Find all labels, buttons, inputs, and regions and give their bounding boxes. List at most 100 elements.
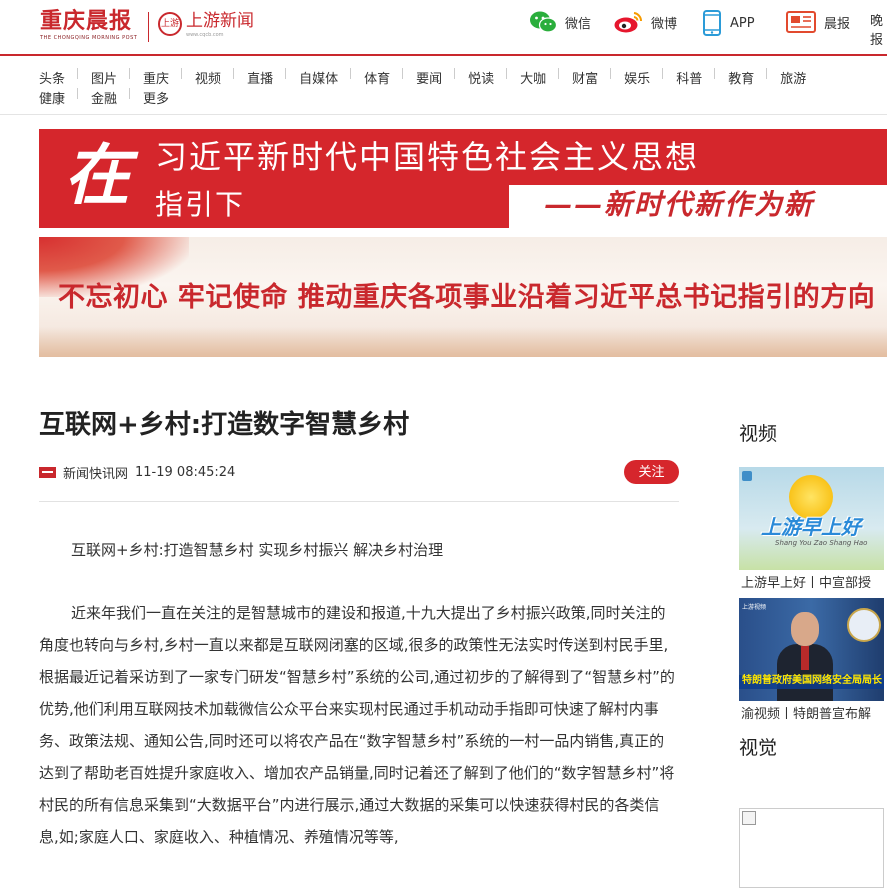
broken-image-icon xyxy=(742,811,756,825)
share-label: 晚报 xyxy=(870,14,884,48)
nav-item[interactable]: 要闻 xyxy=(416,68,443,87)
sidebar-visual-heading: 视觉 xyxy=(739,737,778,759)
newspaper-icon xyxy=(786,11,816,33)
nav-item-label: 重庆 xyxy=(143,71,170,87)
nav-separator xyxy=(77,88,79,99)
article-paragraph: 互联网+乡村:打造智慧乡村 实现乡村振兴 解决乡村治理 xyxy=(71,541,444,559)
nav-item-label: 头条 xyxy=(39,71,66,87)
channel-nav: 头条 图片 重庆 视频 直播 自媒体 体育 要闻 悦读 大咖 财富 娱乐 科普 教育 旅游 健康 金融 更多 xyxy=(0,58,887,115)
share-wechat-link[interactable]: 微信 xyxy=(529,10,591,34)
banner-line-2: 指引下 xyxy=(155,188,246,221)
agency-seal-icon xyxy=(847,608,881,642)
nav-item[interactable]: 更多 xyxy=(143,88,170,107)
nav-item[interactable]: 旅游 xyxy=(780,68,807,87)
nav-item-label: 图片 xyxy=(91,71,118,87)
nav-separator xyxy=(766,68,768,79)
video-thumbnail[interactable]: 上游早上好 Shang You Zao Shang Hao xyxy=(739,467,884,570)
nav-item-label: 自媒体 xyxy=(299,71,339,87)
nav-item-label: 教育 xyxy=(728,71,755,87)
video-caption[interactable]: 上游早上好丨中宣部授 xyxy=(741,575,871,593)
article-paragraph: 近来年我们一直在关注的是智慧城市的建设和报道,十九大提出了乡村振兴政策,同时关注… xyxy=(39,604,675,846)
nav-item-label: 科普 xyxy=(676,71,703,87)
nav-item[interactable]: 悦读 xyxy=(468,68,495,87)
mission-banner[interactable]: 不忘初心 牢记使命 推动重庆各项事业沿着习近平总书记指引的方向 xyxy=(39,237,887,357)
banner-slogan: ——新时代新作为新 xyxy=(544,188,815,221)
nav-item[interactable]: 自媒体 xyxy=(299,68,339,87)
nav-item[interactable]: 体育 xyxy=(364,68,391,87)
share-label: 晨报 xyxy=(824,16,851,32)
thumbnail-caption: 特朗普政府美国网络安全局局长 xyxy=(742,675,882,686)
nav-item[interactable]: 金融 xyxy=(91,88,118,107)
partner-name: 上游新闻 xyxy=(186,11,254,31)
banner-text: 不忘初心 牢记使命 推动重庆各项事业沿着习近平总书记指引的方向 xyxy=(58,282,876,313)
source-logo-icon xyxy=(39,466,56,478)
nav-separator xyxy=(77,68,79,79)
article-title: 互联网+乡村:打造数字智慧乡村 xyxy=(39,410,410,440)
nav-item-label: 视频 xyxy=(195,71,222,87)
follow-button[interactable]: 关注 xyxy=(624,460,679,484)
video-caption[interactable]: 渝视频丨特朗普宣布解 xyxy=(741,706,871,724)
nav-item[interactable]: 教育 xyxy=(728,68,755,87)
nav-separator xyxy=(129,88,131,99)
nav-separator xyxy=(714,68,716,79)
nav-item[interactable]: 头条 xyxy=(39,68,66,87)
share-label: 微信 xyxy=(565,16,592,32)
nav-separator xyxy=(233,68,235,79)
nav-item[interactable]: 财富 xyxy=(572,68,598,87)
nav-item[interactable]: 视频 xyxy=(195,68,222,87)
xi-thought-banner[interactable]: 在 习近平新时代中国特色社会主义思想 指引下 ——新时代新作为新 xyxy=(39,129,887,228)
nav-item-label: 金融 xyxy=(91,91,118,107)
nav-separator xyxy=(181,68,183,79)
nav-separator xyxy=(402,68,404,79)
nav-separator xyxy=(610,68,612,79)
nav-item-label: 娱乐 xyxy=(624,71,651,87)
nav-item-label: 要闻 xyxy=(416,71,443,87)
share-label: APP xyxy=(730,15,755,31)
app-download-link[interactable]: APP xyxy=(702,10,755,36)
channel-nav-row: 健康 金融 更多 xyxy=(39,88,170,107)
divider xyxy=(39,501,679,502)
partner-domain: www.cqcb.com xyxy=(186,32,224,38)
logo-english-text: THE CHONGQING MORNING POST xyxy=(40,35,138,41)
nav-item-label: 更多 xyxy=(143,91,170,107)
thumbnail-logo: 上游视频 xyxy=(742,604,767,611)
nav-item[interactable]: 重庆 xyxy=(143,68,170,87)
nav-item-label: 体育 xyxy=(364,71,391,87)
source-name[interactable]: 新闻快讯网 xyxy=(63,463,128,482)
weibo-icon xyxy=(614,12,643,33)
share-weibo-link[interactable]: 微博 xyxy=(613,10,677,34)
shangyou-news-logo[interactable]: 上游 上游新闻 www.cqcb.com xyxy=(158,10,254,38)
morning-paper-link[interactable]: 晨报 xyxy=(786,10,850,34)
sidebar-video-heading: 视频 xyxy=(739,423,778,445)
nav-separator xyxy=(454,68,456,79)
publish-time: 11-19 08:45:24 xyxy=(135,464,236,480)
visual-image-placeholder[interactable] xyxy=(739,808,884,888)
nav-item[interactable]: 娱乐 xyxy=(624,68,651,87)
thumbnail-subtitle: Shang You Zao Shang Hao xyxy=(775,539,868,547)
banner-line-1: 习近平新时代中国特色社会主义思想 xyxy=(155,138,700,176)
share-label: 微博 xyxy=(651,16,678,32)
logo-divider xyxy=(148,12,149,42)
logo-text: 重庆晨报 xyxy=(40,8,133,34)
nav-item[interactable]: 直播 xyxy=(247,68,273,87)
nav-item-label: 悦读 xyxy=(468,71,495,87)
nav-item-label: 健康 xyxy=(39,91,66,107)
nav-item-label: 旅游 xyxy=(780,71,807,87)
nav-separator xyxy=(285,68,287,79)
nav-separator xyxy=(506,68,508,79)
channel-nav-row: 头条 图片 重庆 视频 直播 自媒体 体育 要闻 悦读 大咖 财富 娱乐 科普 教育 旅游 xyxy=(39,68,807,87)
chongqing-morning-post-logo[interactable]: 重庆晨报 THE CHONGQING MORNING POST xyxy=(40,8,137,41)
mobile-app-icon xyxy=(703,10,721,36)
nav-separator xyxy=(350,68,352,79)
nav-item[interactable]: 科普 xyxy=(676,68,703,87)
article-meta: 新闻快讯网 11-19 08:45:24 xyxy=(39,462,235,482)
nav-item[interactable]: 健康 xyxy=(39,88,66,107)
nav-item-label: 大咖 xyxy=(520,71,547,87)
wechat-icon xyxy=(530,11,557,33)
thumbnail-title: 上游早上好 xyxy=(761,515,861,539)
evening-paper-link[interactable]: 晚报 xyxy=(870,10,887,48)
video-thumbnail[interactable]: 上游视频 特朗普政府美国网络安全局局长 xyxy=(739,598,884,701)
nav-item[interactable]: 图片 xyxy=(91,68,118,87)
nav-separator xyxy=(558,68,560,79)
nav-item[interactable]: 大咖 xyxy=(520,68,547,87)
